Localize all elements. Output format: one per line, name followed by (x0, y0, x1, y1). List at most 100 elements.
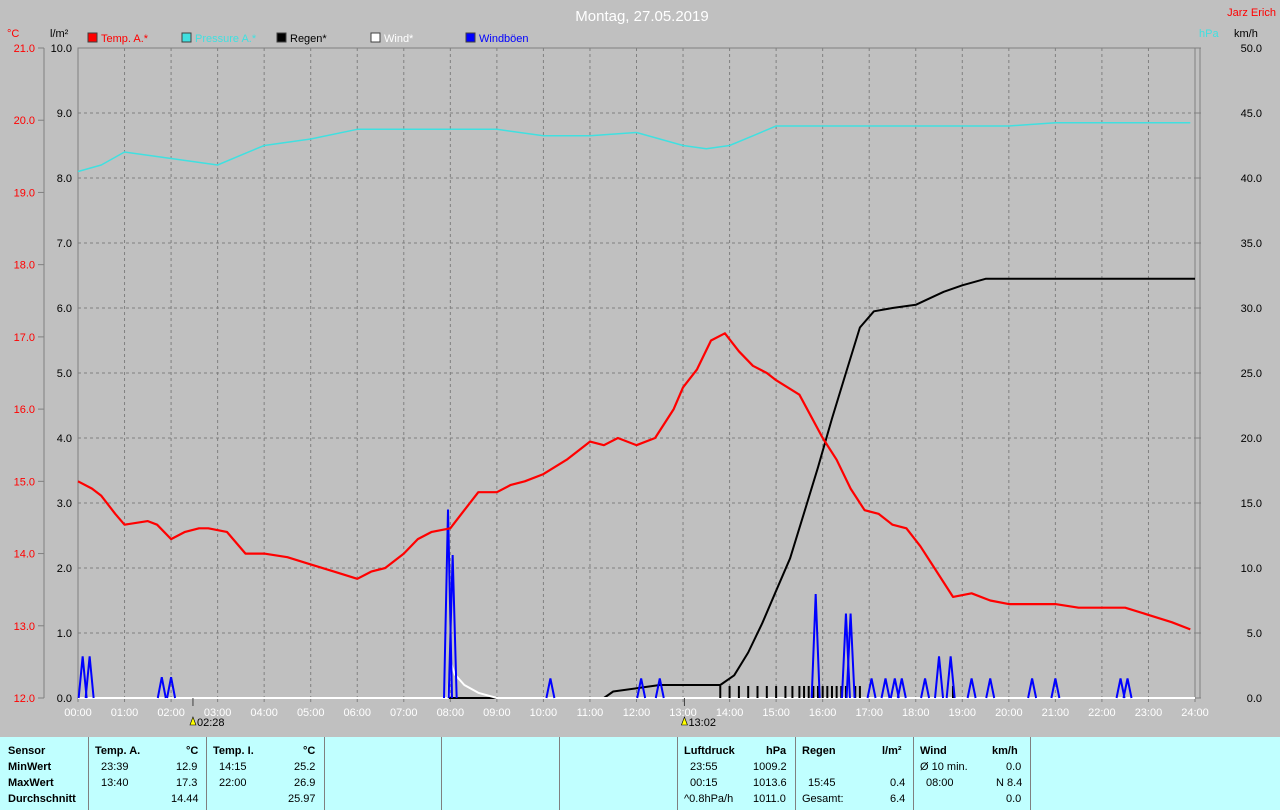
wind-tick-label: 20.0 (1241, 433, 1262, 445)
wind-unit: km/h (992, 745, 1018, 757)
x-tick-label: 10:00 (530, 707, 558, 719)
temp-a-unit: °C (186, 745, 199, 757)
x-tick-label: 16:00 (809, 707, 837, 719)
axes: 00:00 01:00 02:00 03:00 04:00 05:00 06:00 07:00… (14, 43, 1262, 719)
column-divider (677, 737, 678, 810)
column-divider (559, 737, 560, 810)
gust-spike (1027, 678, 1038, 699)
wind-tick-label: 35.0 (1241, 238, 1262, 250)
chart-title: Montag, 27.05.2019 (575, 8, 708, 25)
x-tick-label: 12:00 (623, 707, 651, 719)
temp-tick-label: 16.0 (14, 404, 35, 416)
x-tick-label: 02:00 (157, 707, 185, 719)
legend-swatch (181, 32, 192, 43)
x-tick-label: 17:00 (855, 707, 883, 719)
temp-unit-label: °C (7, 28, 19, 40)
rain-tick-label: 3.0 (57, 498, 72, 510)
wind-max-time: 08:00 (926, 777, 954, 789)
temp-a-title: Temp. A. (95, 745, 141, 757)
min-label: MinWert (8, 761, 52, 773)
temp-a-min: 12.9 (176, 761, 198, 773)
temp-a-avg: 14.44 (171, 793, 199, 805)
x-tick-label: 11:00 (577, 707, 604, 719)
rain-tick-label: 7.0 (57, 238, 72, 250)
rain-tick-label: 2.0 (57, 563, 72, 575)
pressure-unit-label: hPa (1199, 28, 1219, 40)
author-label: Jarz Erich (1227, 7, 1276, 19)
temp-tick-label: 19.0 (14, 187, 35, 199)
temp-i-min: 25.2 (294, 761, 316, 773)
legend-label: Regen* (290, 33, 327, 45)
wind-title: Wind (920, 745, 947, 757)
x-tick-label: 20:00 (995, 707, 1023, 719)
rain-max-time: 15:45 (808, 777, 836, 789)
rain-tick-label: 5.0 (57, 368, 72, 380)
wind-tick-label: 0.0 (1247, 693, 1262, 705)
temp-tick-label: 17.0 (14, 332, 35, 344)
weather-chart: Montag, 27.05.2019 Jarz Erich °C l/m² hP… (7, 7, 1276, 729)
column-divider (913, 737, 914, 810)
x-tick-label: 05:00 (297, 707, 325, 719)
temp-tick-label: 20.0 (14, 115, 35, 127)
wind-tick-label: 10.0 (1241, 563, 1262, 575)
temp-tick-label: 21.0 (14, 43, 35, 55)
wind-unit-label: km/h (1234, 28, 1258, 40)
gust-spike (654, 678, 665, 699)
column-divider (795, 737, 796, 810)
gust-spike (866, 678, 877, 699)
gust-spike (966, 678, 977, 699)
event-marker-label: 02:28 (197, 717, 225, 729)
x-tick-label: 06:00 (343, 707, 371, 719)
wind-avg10-label: Ø 10 min. (920, 761, 968, 773)
legend-label: Windböen (479, 33, 529, 45)
rain-tick-label: 1.0 (57, 628, 72, 640)
legend: Temp. A.* Pressure A.* Regen* Wind* Windböen (87, 32, 529, 45)
rain-total-label: Gesamt: (802, 793, 844, 805)
temp-i-max-time: 22:00 (219, 777, 247, 789)
temp-tick-label: 13.0 (14, 621, 35, 633)
wind-tick-label: 45.0 (1241, 108, 1262, 120)
gust-spike (945, 656, 956, 699)
x-tick-label: 22:00 (1088, 707, 1116, 719)
gust-spike (545, 678, 556, 699)
pressure-line (77, 121, 1191, 173)
wind-max: N 8.4 (996, 777, 1023, 789)
temp-tick-label: 15.0 (14, 476, 35, 488)
x-tick-label: 04:00 (250, 707, 278, 719)
rain-tick-label: 0.0 (57, 693, 72, 705)
rain-tick-label: 10.0 (51, 43, 72, 55)
wind-tick-label: 15.0 (1241, 498, 1262, 510)
rain-tick-label: 9.0 (57, 108, 72, 120)
pressure-max-time: 00:15 (690, 777, 718, 789)
temp-tick-label: 12.0 (14, 693, 35, 705)
temp-i-max: 26.9 (294, 777, 316, 789)
column-divider (206, 737, 207, 810)
x-tick-label: 01:00 (111, 707, 139, 719)
legend-swatch (276, 32, 287, 43)
x-tick-label: 14:00 (716, 707, 744, 719)
rain-unit: l/m² (882, 745, 902, 757)
gust-spike (934, 656, 945, 699)
x-tick-label: 19:00 (949, 707, 977, 719)
legend-swatch (370, 32, 381, 43)
column-divider (1030, 737, 1031, 810)
gust-spike (1050, 678, 1061, 699)
legend-label: Temp. A.* (101, 33, 149, 45)
sensor-header: Sensor (8, 745, 46, 757)
pressure-min-time: 23:55 (690, 761, 718, 773)
temp-i-title: Temp. I. (213, 745, 254, 757)
gust-spike (880, 678, 891, 699)
legend-label: Pressure A.* (195, 33, 257, 45)
wind-avg10: 0.0 (1006, 761, 1022, 773)
rain-tick-label: 8.0 (57, 173, 72, 185)
gust-spike (896, 678, 907, 699)
column-divider (88, 737, 89, 810)
warning-icon (189, 716, 197, 726)
pressure-trend: ^0.8hPa/h (684, 793, 734, 805)
legend-swatch (87, 32, 98, 43)
wind-tick-label: 40.0 (1241, 173, 1262, 185)
wind-tick-label: 30.0 (1241, 303, 1262, 315)
gust-spike (920, 678, 931, 699)
rain-tick-label: 4.0 (57, 433, 72, 445)
gust-spike (985, 678, 996, 699)
